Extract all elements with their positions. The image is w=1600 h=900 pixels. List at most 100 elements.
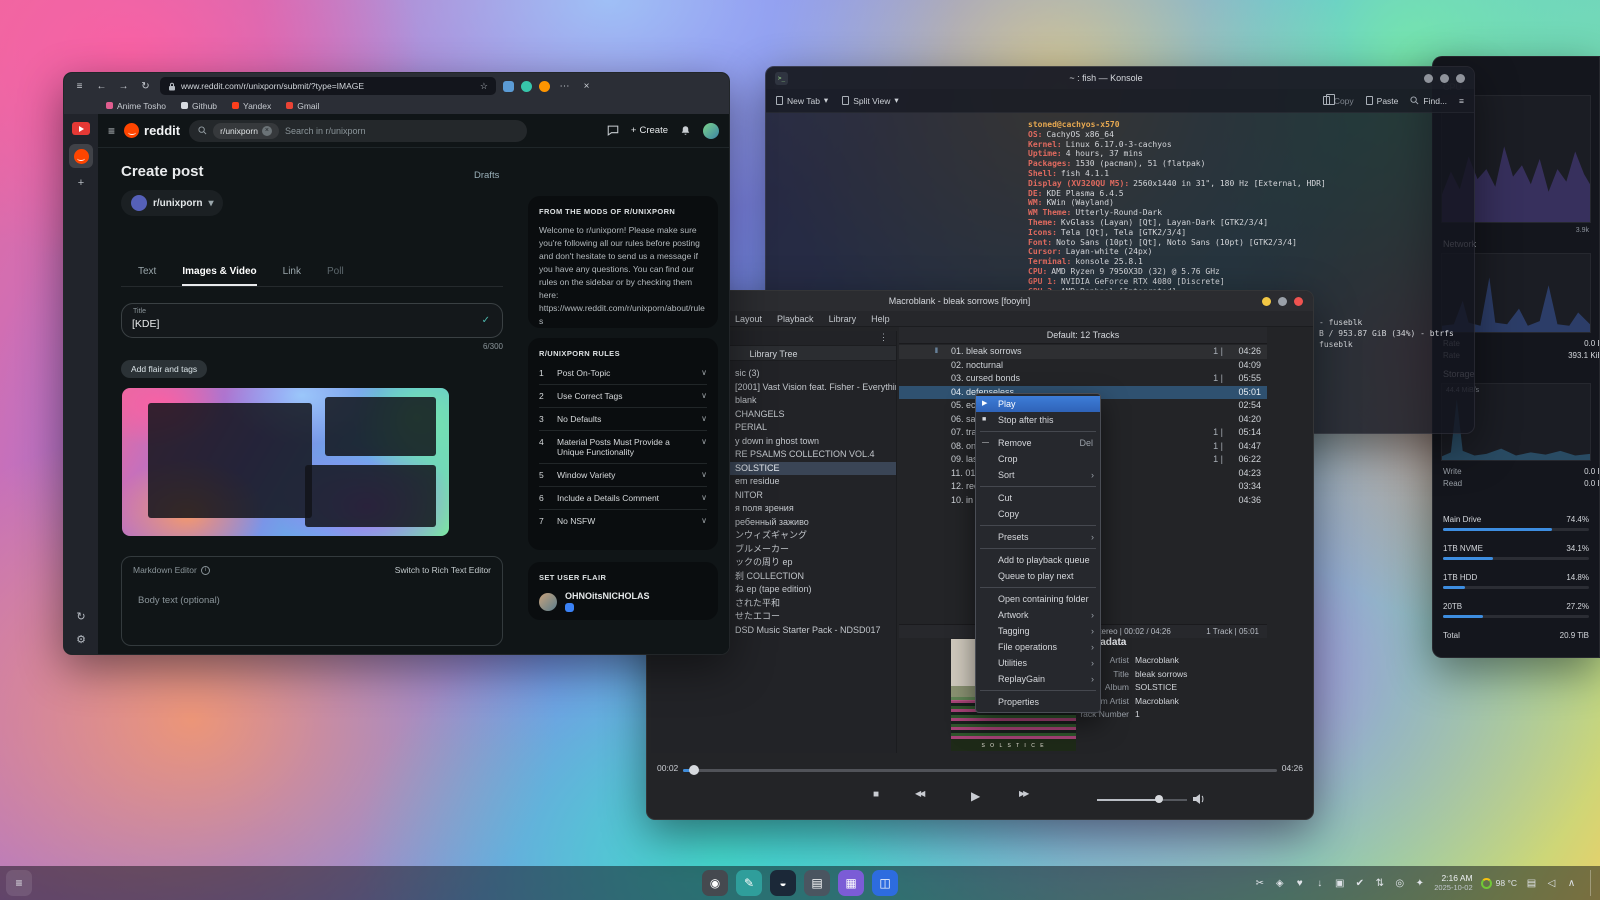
reload-icon[interactable]: ↻ (138, 81, 153, 92)
kdeconnect-icon[interactable]: ✦ (1413, 878, 1426, 889)
previous-track-button[interactable]: ◀◀ (915, 789, 923, 798)
app-launcher-button[interactable]: ≡ (6, 870, 32, 896)
menubar-item[interactable]: Help (871, 314, 890, 324)
reddit-logo[interactable]: reddit (124, 123, 180, 138)
shield-icon[interactable]: ◈ (1273, 878, 1286, 889)
context-menu-item[interactable]: File operations › (976, 639, 1100, 655)
find-button[interactable]: Find... (1410, 96, 1447, 106)
context-menu-item[interactable]: ReplayGain › (976, 671, 1100, 687)
split-view-button[interactable]: Split View ▾ (842, 95, 898, 106)
extension-icon[interactable] (503, 81, 514, 92)
overflow-menu-icon[interactable]: ⋯ (557, 81, 572, 92)
context-menu-item[interactable] (976, 428, 1100, 435)
rule-item[interactable]: 1 Post On-Topic ∨ (539, 362, 707, 385)
menubar-item[interactable]: Library (829, 314, 857, 324)
rule-item[interactable]: 3 No Defaults ∨ (539, 408, 707, 431)
tab-reddit-active[interactable] (69, 144, 93, 168)
stop-button[interactable]: ■ (873, 789, 879, 800)
show-desktop-strip[interactable] (1590, 870, 1594, 896)
post-type-tab[interactable]: Images & Video (182, 266, 256, 286)
create-post-button[interactable]: + Create (631, 125, 668, 136)
switch-editor-link[interactable]: Switch to Rich Text Editor (395, 565, 491, 575)
package-manager-icon[interactable]: ▦ (838, 870, 864, 896)
reddit-menu-icon[interactable]: ≡ (108, 124, 115, 138)
notifications-bell-icon[interactable] (680, 125, 691, 137)
context-menu-item[interactable]: Open containing folder (976, 591, 1100, 607)
temperature-widget[interactable]: 98 °C (1481, 878, 1517, 889)
kebab-menu-icon[interactable]: ⋮ (879, 332, 888, 343)
context-menu-item[interactable]: Utilities › (976, 655, 1100, 671)
minimize-button[interactable] (1424, 74, 1433, 83)
add-flair-button[interactable]: Add flair and tags (121, 360, 207, 378)
volume-handle[interactable] (1155, 795, 1163, 803)
seek-track[interactable] (683, 769, 1277, 772)
new-tab-button[interactable]: New Tab ▾ (776, 95, 828, 106)
account-icon[interactable] (539, 81, 550, 92)
next-track-button[interactable]: ▶▶ (1019, 789, 1027, 798)
expand-tray-icon[interactable]: ∧ (1565, 878, 1578, 889)
community-selector[interactable]: r/unixporn ▾ (121, 190, 223, 216)
rule-item[interactable]: 7 No NSFW ∨ (539, 510, 707, 532)
steam-icon[interactable]: ◒ (770, 870, 796, 896)
maximize-button[interactable] (1440, 74, 1449, 83)
close-button[interactable] (1294, 297, 1303, 306)
screenshot-app-icon[interactable]: ◉ (702, 870, 728, 896)
context-menu-item[interactable]: Properties (976, 694, 1100, 710)
post-type-tab[interactable]: Text (138, 266, 156, 286)
context-menu-item[interactable] (976, 522, 1100, 529)
search-community-chip[interactable]: r/unixporn × (213, 123, 279, 139)
clock-widget[interactable]: 2:16 AM 2025-10-02 (1434, 874, 1472, 892)
seek-handle[interactable] (689, 765, 699, 775)
konsole-titlebar[interactable]: >_ ~ : fish — Konsole (766, 67, 1474, 89)
url-bar[interactable]: www.reddit.com/r/unixporn/submit/?type=I… (160, 77, 496, 95)
history-icon[interactable]: ↻ (76, 610, 85, 623)
search-input[interactable]: r/unixporn × Search in r/unixporn (189, 120, 527, 142)
playlist-track[interactable]: ‖ 01. bleak sorrows 1 | 04:26 (899, 345, 1267, 359)
chat-icon[interactable] (607, 125, 619, 136)
flair-user-row[interactable]: OHNOitsNICHOLAS (539, 591, 707, 612)
copy-button[interactable]: Copy (1323, 96, 1354, 106)
context-menu-item[interactable] (976, 687, 1100, 694)
paste-button[interactable]: Paste (1366, 96, 1399, 106)
gamepad-icon[interactable]: ▣ (1333, 878, 1346, 889)
post-type-tab[interactable]: Poll (327, 266, 344, 286)
minimize-button[interactable] (1262, 297, 1271, 306)
context-menu-item[interactable]: Crop (976, 451, 1100, 467)
context-menu-item[interactable]: — Remove Del (976, 435, 1100, 451)
context-menu-item[interactable]: Queue to play next (976, 568, 1100, 584)
display-icon[interactable]: ▤ (1525, 878, 1538, 889)
new-tab-plus-icon[interactable]: + (78, 177, 84, 189)
context-menu-item[interactable] (976, 483, 1100, 490)
rule-item[interactable]: 6 Include a Details Comment ∨ (539, 487, 707, 510)
context-menu-item[interactable]: Cut (976, 490, 1100, 506)
clipboard-icon[interactable]: ✂ (1253, 878, 1266, 889)
menubar-item[interactable]: Layout (735, 314, 762, 324)
sidebar-toggle-icon[interactable]: ≡ (72, 81, 87, 92)
volume-icon[interactable]: ◁ (1545, 878, 1558, 889)
fooyin-titlebar[interactable]: Macroblank - bleak sorrows [fooyin] (647, 291, 1313, 311)
menubar-item[interactable]: Playback (777, 314, 814, 324)
rule-item[interactable]: 4 Material Posts Must Provide a Unique F… (539, 431, 707, 464)
close-button[interactable] (1456, 74, 1465, 83)
extension-icon[interactable] (521, 81, 532, 92)
bookmark-item[interactable]: Github (181, 101, 217, 111)
hamburger-menu-icon[interactable]: ≡ (1459, 96, 1464, 106)
forward-icon[interactable]: → (116, 81, 131, 92)
context-menu-item[interactable]: Sort › (976, 467, 1100, 483)
uploaded-image-preview[interactable] (122, 388, 449, 536)
rule-item[interactable]: 2 Use Correct Tags ∨ (539, 385, 707, 408)
network-icon[interactable]: ⇅ (1373, 878, 1386, 889)
system-monitor-icon[interactable]: ◫ (872, 870, 898, 896)
bookmark-item[interactable]: Gmail (286, 101, 319, 111)
maximize-button[interactable] (1278, 297, 1287, 306)
chip-remove-icon[interactable]: × (262, 126, 272, 136)
context-menu-item[interactable]: Artwork › (976, 607, 1100, 623)
playlist-track[interactable]: 03. cursed bonds 1 | 05:55 (899, 372, 1267, 386)
volume-slider[interactable] (1097, 799, 1187, 801)
close-window-icon[interactable]: × (579, 81, 594, 92)
heart-icon[interactable]: ♥ (1293, 878, 1306, 889)
context-menu-item[interactable]: Tagging › (976, 623, 1100, 639)
speaker-icon[interactable] (1193, 794, 1205, 804)
updates-icon[interactable]: ✔ (1353, 878, 1366, 889)
context-menu-item[interactable]: Copy (976, 506, 1100, 522)
